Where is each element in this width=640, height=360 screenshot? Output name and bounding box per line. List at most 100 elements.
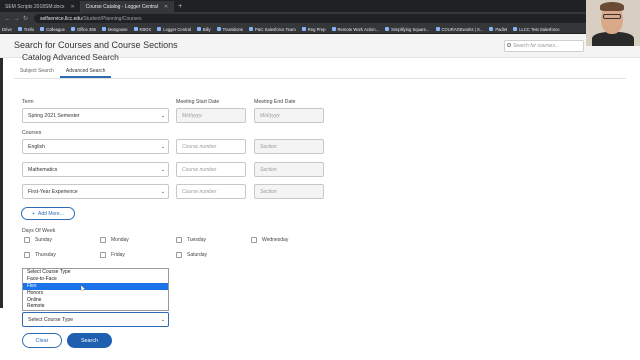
- checkbox[interactable]: [100, 252, 106, 258]
- search-tabs: Subject Search Advanced Search: [14, 64, 112, 78]
- close-icon[interactable]: ✕: [164, 4, 168, 10]
- webcam-person-body: [592, 32, 634, 46]
- day-checkbox-saturday[interactable]: Saturday: [176, 252, 207, 258]
- webcam-person-hair: [600, 2, 624, 11]
- checkbox[interactable]: [24, 237, 30, 243]
- day-checkbox-friday[interactable]: Friday: [100, 252, 125, 258]
- browser-tab-label: SEM Scripts 2018SM.docx: [5, 3, 65, 10]
- clear-button[interactable]: Clear: [22, 333, 62, 348]
- day-checkbox-monday[interactable]: Monday: [100, 237, 129, 243]
- checkbox[interactable]: [176, 252, 182, 258]
- glasses-icon: [603, 14, 621, 19]
- term-value: Spring 2021 Semester: [28, 112, 80, 119]
- courses-label: Courses: [22, 130, 42, 136]
- bookmark-item[interactable]: Transitions: [216, 27, 243, 32]
- tab-subject-search[interactable]: Subject Search: [14, 64, 60, 78]
- checkbox[interactable]: [100, 237, 106, 243]
- course-type-option-highlighted[interactable]: Flex: [23, 282, 168, 290]
- course-type-select[interactable]: Select Course Type ⌄: [22, 312, 169, 327]
- bookmark-item[interactable]: Logger Central: [157, 27, 191, 32]
- course-type-option[interactable]: Online: [23, 297, 168, 304]
- bookmark-icon: [301, 27, 306, 31]
- day-checkbox-sunday[interactable]: Sunday: [24, 237, 52, 243]
- close-icon[interactable]: ✕: [70, 4, 74, 10]
- checkbox[interactable]: [24, 252, 30, 258]
- bookmark-icon: [513, 27, 518, 31]
- bookmark-item[interactable]: Colleague: [40, 27, 65, 32]
- course-subject-select[interactable]: English ⌄: [22, 139, 169, 154]
- bookmark-icon: [489, 27, 494, 31]
- day-checkbox-tuesday[interactable]: Tuesday: [176, 237, 206, 243]
- bookmark-item[interactable]: Reg Prep: [301, 27, 326, 32]
- section-field[interactable]: Section: [254, 162, 324, 177]
- form-heading: Catalog Advanced Search: [22, 52, 119, 62]
- browser-tab-label: Course Catalog - Logger Central: [85, 3, 158, 10]
- section-field[interactable]: Section: [254, 184, 324, 199]
- bookmark-item[interactable]: COURAGEworks | S...: [435, 27, 483, 32]
- webcam-overlay: [586, 0, 640, 46]
- meeting-end-date-field[interactable]: M/d/yyyy: [254, 108, 324, 123]
- left-sidebar: [0, 58, 3, 308]
- course-type-option[interactable]: Face-to-Face: [23, 276, 168, 283]
- bookmark-item[interactable]: Mongoose: [101, 27, 128, 32]
- tab-advanced-search[interactable]: Advanced Search: [59, 64, 112, 78]
- bookmarks-bar: Drive Trello Colleague Office 365 Mongoo…: [0, 25, 640, 34]
- browser-tab-active[interactable]: Course Catalog - Logger Central ✕: [80, 1, 175, 12]
- course-subject-select[interactable]: Mathematics ⌄: [22, 162, 169, 177]
- section-field[interactable]: Section: [254, 139, 324, 154]
- forward-icon[interactable]: →: [12, 16, 21, 22]
- bookmark-item[interactable]: Trello: [17, 27, 34, 32]
- page-title: Search for Courses and Course Sections: [14, 40, 178, 50]
- chevron-down-icon: ⌄: [160, 144, 165, 150]
- course-type-value: Select Course Type: [28, 316, 74, 323]
- bookmark-icon: [248, 27, 253, 31]
- add-more-button[interactable]: + Add More...: [21, 207, 75, 220]
- url-field[interactable]: selfservice.llcc.edu/Student/Planning/Co…: [34, 14, 594, 23]
- course-subject-select[interactable]: First-Year Experience ⌄: [22, 184, 169, 199]
- course-number-field[interactable]: Course number: [176, 184, 246, 199]
- course-type-dropdown-list: Select Course Type Face-to-Face Flex Hon…: [22, 268, 169, 311]
- bookmark-icon: [385, 27, 390, 31]
- course-type-option[interactable]: Honors: [23, 290, 168, 297]
- course-type-option[interactable]: Remote: [23, 303, 168, 310]
- bookmark-item[interactable]: P&C Salesforce Team: [248, 27, 296, 32]
- term-label: Term: [22, 99, 34, 105]
- bookmark-item[interactable]: LLCC Test Salesforce: [513, 27, 560, 32]
- bookmark-icon: [17, 27, 22, 31]
- checkbox[interactable]: [251, 237, 257, 243]
- course-type-option[interactable]: Select Course Type: [23, 269, 168, 276]
- bookmark-item[interactable]: Billy: [196, 27, 211, 32]
- bookmark-icon: [216, 27, 221, 31]
- day-checkbox-thursday[interactable]: Thursday: [24, 252, 56, 258]
- back-icon[interactable]: ←: [3, 16, 12, 22]
- course-number-field[interactable]: Course number: [176, 139, 246, 154]
- chevron-down-icon: ⌄: [160, 189, 165, 195]
- search-button[interactable]: Search: [67, 333, 112, 348]
- bookmark-icon: [196, 27, 201, 31]
- browser-tab[interactable]: SEM Scripts 2018SM.docx ✕: [0, 1, 81, 12]
- meeting-end-label: Meeting End Date: [254, 99, 296, 105]
- course-number-field[interactable]: Course number: [176, 162, 246, 177]
- url-host: selfservice.llcc.edu: [40, 15, 82, 22]
- bookmark-item[interactable]: Padlet: [489, 27, 507, 32]
- bookmark-item[interactable]: Drive: [2, 27, 12, 32]
- course-search-input[interactable]: Search for courses...: [504, 40, 584, 52]
- checkbox[interactable]: [176, 237, 182, 243]
- reload-icon[interactable]: ↻: [21, 15, 30, 22]
- bookmark-item[interactable]: Remote Work Action...: [331, 27, 379, 32]
- new-tab-icon[interactable]: +: [174, 1, 186, 12]
- bookmark-item[interactable]: Office 365: [70, 27, 96, 32]
- bookmark-item[interactable]: Simplifying Square...: [385, 27, 430, 32]
- term-select[interactable]: Spring 2021 Semester ⌄: [22, 108, 169, 123]
- tabs-divider: [14, 78, 626, 79]
- url-path: /Student/Planning/Courses: [81, 15, 142, 22]
- meeting-start-date-field[interactable]: M/d/yyyy: [176, 108, 246, 123]
- plus-icon: +: [32, 210, 36, 217]
- bookmark-item[interactable]: KBOX: [133, 27, 151, 32]
- address-bar: ← → ↻ selfservice.llcc.edu/Student/Plann…: [0, 12, 640, 25]
- course-search-placeholder: Search for courses...: [513, 43, 560, 49]
- days-label: Days Of Week: [22, 228, 56, 234]
- search-icon: [507, 43, 511, 47]
- chevron-down-icon: ⌄: [160, 113, 165, 119]
- day-checkbox-wednesday[interactable]: Wednesday: [251, 237, 288, 243]
